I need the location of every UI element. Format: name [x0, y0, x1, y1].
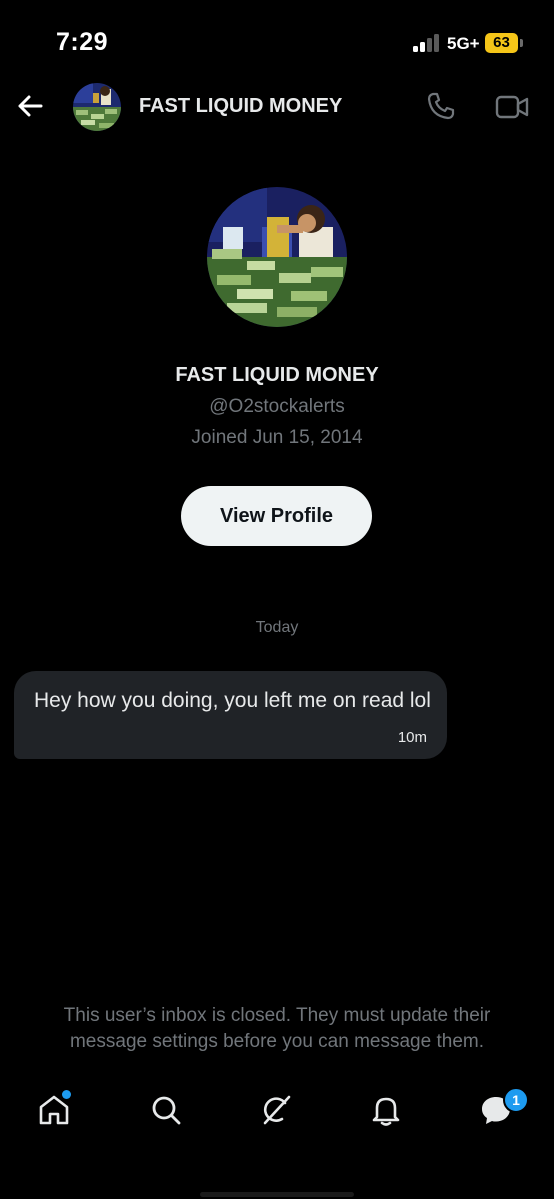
view-profile-button[interactable]: View Profile: [181, 486, 372, 546]
message-time: 10m: [397, 729, 427, 746]
message-text: Hey how you doing, you left me on read l…: [34, 689, 431, 712]
grok-icon: [263, 1095, 291, 1125]
header-avatar[interactable]: [73, 83, 121, 131]
battery-icon: 63: [485, 33, 523, 53]
day-separator: Today: [255, 619, 299, 636]
signal-icon: [413, 34, 439, 52]
profile-name: FAST LIQUID MONEY: [175, 364, 379, 386]
tab-search[interactable]: [148, 1092, 188, 1132]
battery-level: 63: [493, 34, 510, 51]
profile-handle: @O2stockalerts: [209, 396, 345, 417]
video-icon[interactable]: [495, 93, 529, 121]
header-title[interactable]: FAST LIQUID MONEY: [139, 95, 342, 118]
tab-notifications[interactable]: [368, 1092, 408, 1132]
tab-home[interactable]: [36, 1090, 76, 1132]
search-icon: [152, 1096, 181, 1125]
inbox-closed-notice: This user’s inbox is closed. They must u…: [63, 1005, 491, 1052]
message-bubble[interactable]: Hey how you doing, you left me on read l…: [14, 671, 447, 759]
tab-grok[interactable]: [258, 1092, 298, 1132]
network-type: 5G+: [447, 34, 480, 53]
home-indicator: [200, 1192, 354, 1197]
profile-avatar[interactable]: [207, 187, 347, 327]
home-notification-dot: [62, 1090, 71, 1099]
notifications-icon: [372, 1097, 400, 1126]
messages-badge: 1: [503, 1087, 529, 1113]
arrow-left-icon[interactable]: [14, 90, 46, 122]
status-time: 7:29: [56, 28, 109, 56]
phone-icon[interactable]: [426, 91, 456, 121]
tab-messages[interactable]: 1: [478, 1087, 529, 1132]
profile-joined-date: Joined Jun 15, 2014: [191, 427, 363, 448]
